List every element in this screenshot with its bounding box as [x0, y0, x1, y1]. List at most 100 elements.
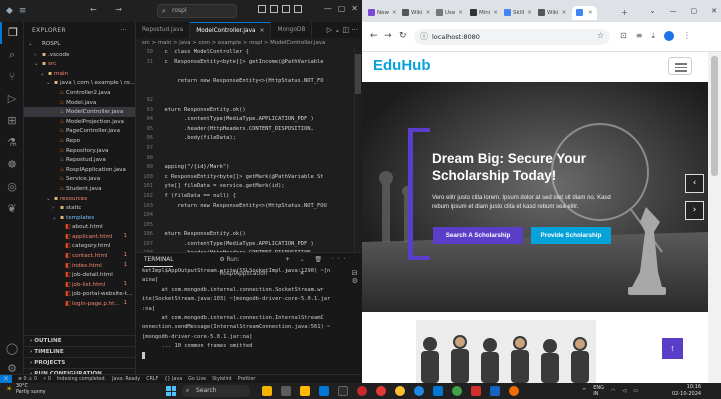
tree-item[interactable]: › ▪ .vscode [24, 50, 135, 60]
tree-item[interactable]: ⌄ ROSPL [24, 40, 135, 50]
app-icon[interactable] [357, 386, 367, 396]
source-control-icon[interactable]: ⑂ [0, 66, 24, 88]
tree-item[interactable]: ♨Repo [24, 136, 135, 146]
tree-item[interactable]: ♨PageController.java [24, 126, 135, 136]
extensions-icon[interactable]: ⊞ [0, 110, 24, 132]
code-line[interactable]: 101 yte[] fileData = service.getMark(id)… [136, 182, 362, 192]
close-icon[interactable]: ✕ [351, 4, 358, 13]
sidebar-section-timeline[interactable]: › TIMELINE [24, 346, 135, 356]
account-icon[interactable]: ◯ [0, 338, 24, 360]
app-icon[interactable] [471, 386, 481, 396]
code-line[interactable]: 105 [136, 221, 362, 231]
remote-icon[interactable]: ◎ [0, 176, 24, 198]
code-line[interactable]: return new ResponseEntity<>(HttpStatus.N… [136, 77, 362, 87]
chrome-tab[interactable]: New ✕ [368, 6, 397, 20]
tree-item[interactable]: ⌄ ▪ src [24, 59, 135, 69]
tree-item[interactable]: ♨ModelController.java [24, 107, 135, 117]
tree-item[interactable]: ♨Model.java [24, 98, 135, 108]
app-icon[interactable] [262, 386, 272, 396]
extensions-icon[interactable]: ⊡ [620, 31, 627, 41]
close-icon[interactable]: ✕ [711, 7, 717, 15]
scroll-thumb[interactable] [355, 54, 361, 94]
forward-icon[interactable]: → [384, 31, 392, 41]
maximize-icon[interactable]: ▢ [338, 4, 346, 13]
weather-widget[interactable]: ☀ 30°C Partly sunny [6, 384, 46, 396]
status-item[interactable]: ⚡ 0 [43, 377, 51, 382]
page-scroll-thumb[interactable] [711, 56, 718, 176]
code-editor[interactable]: 30 c class ModelController {31 c Respons… [136, 48, 362, 252]
status-item[interactable]: Stylelint [212, 377, 232, 382]
tree-item[interactable]: ♨Repostud.java [24, 155, 135, 165]
taskbar-search[interactable]: ⌕ Search [182, 385, 250, 397]
chrome-tab[interactable]: Wiki ✕ [538, 6, 566, 20]
tree-item[interactable]: ♨Student.java [24, 184, 135, 194]
tree-item[interactable]: ◧contact.html 1 [24, 251, 135, 261]
app-icon[interactable] [509, 386, 519, 396]
maximize-icon[interactable]: ▢ [691, 7, 698, 15]
chrome-tab[interactable]: Mini ✕ [470, 6, 498, 20]
tree-item[interactable]: ⌄ ▪ resources [24, 194, 135, 204]
tree-item[interactable]: ◧login-page.p.ht... 1 [24, 299, 135, 309]
store-icon[interactable] [338, 386, 348, 396]
tree-item[interactable]: ◧job-detail.html [24, 270, 135, 280]
minimize-icon[interactable]: — [324, 4, 332, 13]
tab-search-icon[interactable]: ⌄ [650, 7, 656, 15]
chrome-menu-icon[interactable]: ⋮ [683, 31, 691, 41]
explorer-icon[interactable]: ❐ [0, 22, 24, 44]
site-info-icon[interactable]: ⓘ [420, 31, 428, 42]
sidebar-section-projects[interactable]: › PROJECTS [24, 357, 135, 367]
search-scholarship-button[interactable]: Search A Scholarship [433, 227, 523, 244]
tree-item[interactable]: ♨Repository.java [24, 146, 135, 156]
terminal-tab[interactable]: TERMINAL [144, 253, 174, 267]
wifi-icon[interactable]: ◠ [611, 388, 615, 394]
breadcrumb[interactable]: src > main > java > com > example > rosp… [136, 38, 362, 48]
file-explorer-icon[interactable] [300, 386, 310, 396]
tree-item[interactable]: ◧applicant.html 1 [24, 232, 135, 242]
code-line[interactable]: 30 c class ModelController { [136, 48, 362, 58]
editor-actions-icon[interactable]: ▷ ⌄ ◫ ··· [327, 26, 362, 34]
chrome-tab[interactable]: Use ✕ [436, 6, 463, 20]
url-text[interactable]: localhost:8080 [432, 29, 480, 45]
editor-tab[interactable]: MongoDB [271, 22, 313, 38]
status-item[interactable]: CRLF [146, 377, 158, 382]
tree-item[interactable]: ◧category.html [24, 241, 135, 251]
sidebar-section-outline[interactable]: › OUTLINE [24, 335, 135, 345]
bookmark-star-icon[interactable]: ☆ [597, 31, 604, 40]
code-line[interactable]: 97 [136, 144, 362, 154]
tree-item[interactable]: ♨RospIApplication.java [24, 165, 135, 175]
code-line[interactable]: 94 .contentType(MediaType.APPLICATION_PD… [136, 115, 362, 125]
page-scrollbar[interactable] [708, 52, 721, 383]
carousel-prev-icon[interactable]: ‹ [685, 174, 704, 193]
code-line[interactable]: 92 [136, 96, 362, 106]
tree-item[interactable]: ◧job-list.html 1 [24, 280, 135, 290]
close-icon[interactable]: ✕ [588, 10, 593, 16]
tree-item[interactable]: › ▪ static [24, 203, 135, 213]
code-line[interactable]: 107 .contentType(MediaType.APPLICATION_P… [136, 240, 362, 250]
code-line[interactable]: 96 .body(fileData); [136, 134, 362, 144]
close-icon[interactable]: ✕ [458, 10, 463, 16]
search-icon[interactable]: ⌕ [0, 44, 24, 66]
code-line[interactable]: 102 f (fileData == null) { [136, 192, 362, 202]
new-tab-icon[interactable]: + [621, 8, 628, 17]
code-line[interactable]: 100 c ResponseEntity<byte[]> getMark(@Pa… [136, 173, 362, 183]
remote-indicator-icon[interactable]: ⟩⟨ [0, 375, 12, 383]
code-line[interactable]: 31 c ResponseEntity<byte[]> getIncome(@P… [136, 58, 362, 68]
layout-controls[interactable] [258, 5, 302, 13]
status-item[interactable]: ⊗ 0 ⚠ 0 [18, 377, 37, 382]
chrome-tab[interactable]: ✕ [572, 6, 597, 20]
tree-item[interactable]: ⌄ ▪ templates [24, 213, 135, 223]
status-item[interactable]: Go Live [188, 377, 206, 382]
nav-arrows-icon[interactable]: ← → [90, 5, 130, 14]
provide-scholarship-button[interactable]: Provide Scholarship [531, 227, 611, 244]
app-icon[interactable] [414, 386, 424, 396]
code-line[interactable]: 103 return new ResponseEntity<>(HttpStat… [136, 202, 362, 212]
menu-icon[interactable]: ≡ [19, 6, 27, 16]
close-icon[interactable]: ✕ [392, 10, 397, 16]
layout-icon[interactable] [294, 5, 302, 13]
testing-icon[interactable]: ⚗ [0, 132, 24, 154]
code-line[interactable]: 99 apping("/{id}/Mark") [136, 163, 362, 173]
terminal-panel[interactable]: TERMINAL ⚙ Run: RosplApplication + ⌄ 🗑 ·… [136, 252, 362, 374]
tree-item[interactable]: ⌄ ▪ main [24, 69, 135, 79]
code-line[interactable] [136, 86, 362, 96]
language-indicator[interactable]: ENG IN [593, 385, 604, 397]
